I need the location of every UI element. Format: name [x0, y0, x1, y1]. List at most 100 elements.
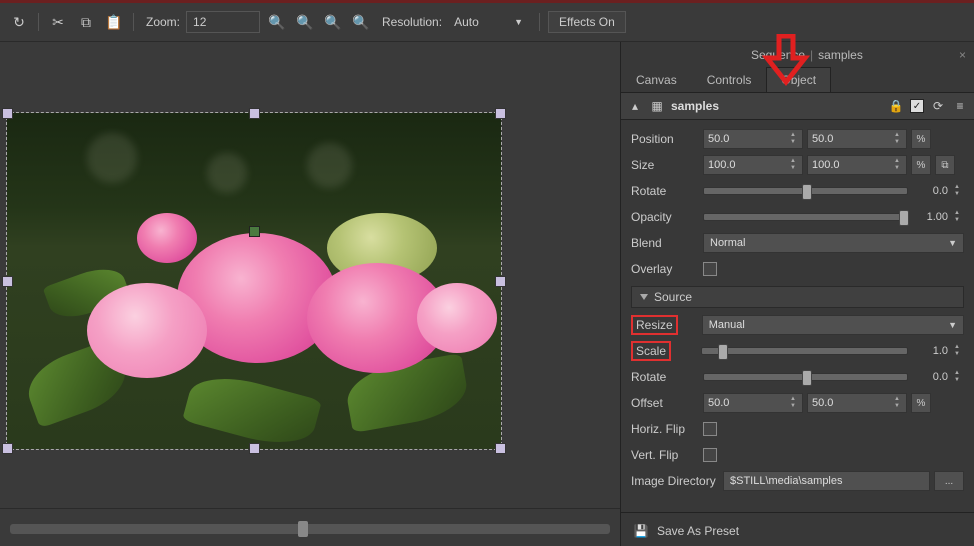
row-hflip: Horiz. Flip — [631, 418, 964, 440]
resize-handle-se[interactable] — [495, 443, 506, 454]
save-preset-icon[interactable]: 💾 — [633, 523, 649, 539]
resize-handle-e[interactable] — [495, 276, 506, 287]
close-icon[interactable]: × — [959, 48, 966, 62]
source-section-label: Source — [654, 290, 692, 304]
chevron-down-icon — [640, 294, 648, 300]
canvas-selection[interactable] — [6, 112, 502, 450]
resize-handle-nw[interactable] — [2, 108, 13, 119]
opacity-value[interactable]: 1.00 — [912, 208, 950, 226]
lock-icon[interactable]: 🔒 — [888, 98, 904, 114]
vflip-checkbox[interactable] — [703, 448, 717, 462]
blend-label: Blend — [631, 236, 703, 250]
size-link-button[interactable]: ⧉ — [935, 155, 955, 175]
resize-dropdown[interactable]: Manual▼ — [702, 315, 964, 335]
resize-handle-s[interactable] — [249, 443, 260, 454]
resize-label: Resize — [631, 315, 678, 335]
object-name: samples — [671, 99, 719, 113]
row-blend: Blend Normal▼ — [631, 232, 964, 254]
center-handle[interactable] — [249, 226, 260, 237]
paste-icon[interactable]: 📋 — [103, 11, 125, 33]
size-label: Size — [631, 158, 703, 172]
zoom-input[interactable]: 12 — [186, 11, 260, 33]
scale-value[interactable]: 1.0 — [912, 342, 950, 360]
save-preset-button[interactable]: Save As Preset — [657, 524, 739, 538]
scale-label: Scale — [631, 341, 671, 361]
object-header: ▴ ▦ samples 🔒 ✓ ⟳ ≡ — [621, 93, 974, 120]
position-unit-button[interactable]: % — [911, 129, 931, 149]
resize-handle-ne[interactable] — [495, 108, 506, 119]
hflip-label: Horiz. Flip — [631, 422, 703, 436]
row-rotate: Rotate 0.0 ▲▼ — [631, 180, 964, 202]
imgdir-label: Image Directory — [631, 474, 723, 488]
tab-canvas[interactable]: Canvas — [621, 67, 692, 92]
overlay-checkbox[interactable] — [703, 262, 717, 276]
zoom-reset-icon[interactable]: 🔍 — [350, 11, 372, 33]
row-overlay: Overlay — [631, 258, 964, 280]
refresh-icon[interactable]: ⟳ — [930, 98, 946, 114]
row-size: Size 100.0▲▼ 100.0▲▼ % ⧉ — [631, 154, 964, 176]
overlay-label: Overlay — [631, 262, 703, 276]
row-scale: Scale 1.0 ▲▼ — [631, 340, 964, 362]
hflip-checkbox[interactable] — [703, 422, 717, 436]
row-source-rotate: Rotate 0.0 ▲▼ — [631, 366, 964, 388]
source-rotate-label: Rotate — [631, 370, 703, 384]
tab-controls[interactable]: Controls — [692, 67, 767, 92]
copy-icon[interactable]: ⧉ — [75, 11, 97, 33]
annotation-arrow-icon — [761, 34, 811, 89]
visibility-checkbox[interactable]: ✓ — [910, 99, 924, 113]
panel-title-right: samples — [818, 48, 863, 62]
position-y-input[interactable]: 50.0▲▼ — [807, 129, 907, 149]
offset-unit-button[interactable]: % — [911, 393, 931, 413]
resolution-dropdown[interactable]: Auto — [448, 12, 510, 32]
offset-x-input[interactable]: 50.0▲▼ — [703, 393, 803, 413]
top-toolbar: ↻ ✂ ⧉ 📋 Zoom: 12 🔍 🔍 🔍 🔍 Resolution: Aut… — [0, 3, 974, 42]
object-type-icon: ▦ — [649, 98, 665, 114]
imgdir-browse-button[interactable]: ... — [934, 471, 964, 491]
zoom-label: Zoom: — [146, 15, 180, 29]
opacity-label: Opacity — [631, 210, 703, 224]
source-rotate-value[interactable]: 0.0 — [912, 368, 950, 386]
row-resize: Resize Manual▼ — [631, 314, 964, 336]
source-rotate-slider[interactable] — [703, 373, 908, 381]
resize-handle-sw[interactable] — [2, 443, 13, 454]
cut-icon[interactable]: ✂ — [47, 11, 69, 33]
position-label: Position — [631, 132, 703, 146]
resize-handle-n[interactable] — [249, 108, 260, 119]
chevron-down-icon[interactable]: ▼ — [514, 17, 523, 27]
size-unit-button[interactable]: % — [911, 155, 931, 175]
resize-handle-w[interactable] — [2, 276, 13, 287]
row-position: Position 50.0▲▼ 50.0▲▼ % — [631, 128, 964, 150]
size-w-input[interactable]: 100.0▲▼ — [703, 155, 803, 175]
row-vflip: Vert. Flip — [631, 444, 964, 466]
blend-dropdown[interactable]: Normal▼ — [703, 233, 964, 253]
row-offset: Offset 50.0▲▼ 50.0▲▼ % — [631, 392, 964, 414]
rotate-value[interactable]: 0.0 — [912, 182, 950, 200]
panel-footer: 💾 Save As Preset — [621, 512, 974, 546]
zoom-out-icon[interactable]: 🔍 — [294, 11, 316, 33]
rotate-slider[interactable] — [703, 187, 908, 195]
preview-image — [7, 113, 501, 449]
timeline-thumb[interactable] — [298, 521, 308, 537]
rotate-label: Rotate — [631, 184, 703, 198]
timeline-bar — [0, 508, 620, 546]
position-x-input[interactable]: 50.0▲▼ — [703, 129, 803, 149]
resolution-label: Resolution: — [382, 15, 442, 29]
row-imgdir: Image Directory $STILL\media\samples ... — [631, 470, 964, 492]
scale-slider[interactable] — [701, 347, 908, 355]
viewport-area — [0, 42, 621, 546]
properties-panel: Sequence | samples × Canvas Controls Obj… — [621, 42, 974, 546]
collapse-icon[interactable]: ▴ — [627, 98, 643, 114]
redo-icon[interactable]: ↻ — [8, 11, 30, 33]
source-section-header[interactable]: Source — [631, 286, 964, 308]
effects-toggle-button[interactable]: Effects On — [548, 11, 626, 33]
viewport[interactable] — [0, 42, 620, 508]
opacity-slider[interactable] — [703, 213, 908, 221]
offset-y-input[interactable]: 50.0▲▼ — [807, 393, 907, 413]
zoom-in-icon[interactable]: 🔍 — [266, 11, 288, 33]
menu-icon[interactable]: ≡ — [952, 98, 968, 114]
size-h-input[interactable]: 100.0▲▼ — [807, 155, 907, 175]
row-opacity: Opacity 1.00 ▲▼ — [631, 206, 964, 228]
zoom-fit-icon[interactable]: 🔍 — [322, 11, 344, 33]
imgdir-input[interactable]: $STILL\media\samples — [723, 471, 930, 491]
timeline-slider[interactable] — [10, 524, 610, 534]
